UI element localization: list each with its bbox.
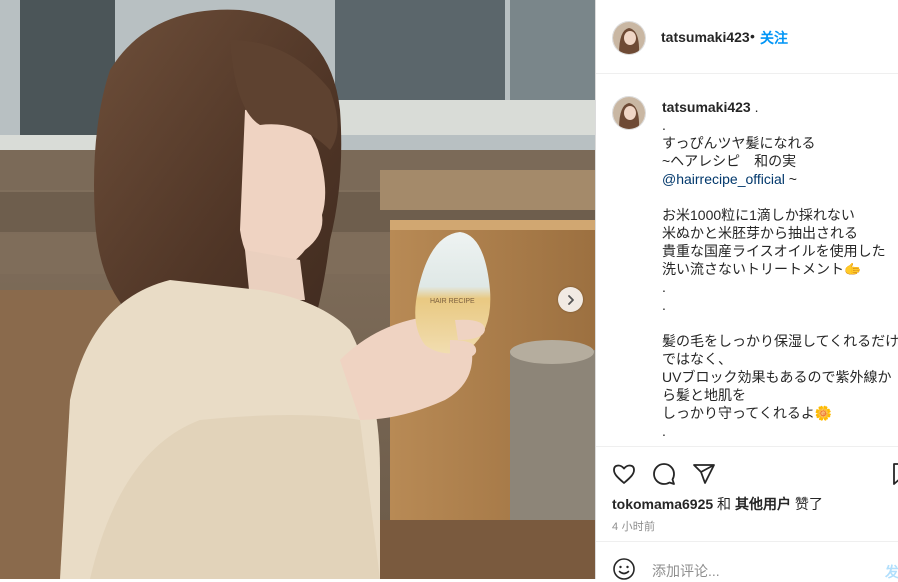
caption-line: しっかり守ってくれるよ🌼 xyxy=(662,405,833,421)
follow-separator: • xyxy=(750,28,755,44)
mention-link[interactable]: @hairrecipe_official xyxy=(662,171,785,187)
follow-button[interactable]: 关注 xyxy=(760,28,788,48)
avatar-image xyxy=(613,22,645,54)
photo-illustration: HAIR RECIPE xyxy=(0,0,595,579)
comment-input[interactable] xyxy=(650,562,864,580)
emoji-icon[interactable] xyxy=(612,557,636,581)
caption-line: ではなく、 xyxy=(662,351,732,367)
caption-avatar[interactable] xyxy=(612,96,646,130)
chevron-right-icon xyxy=(567,294,574,305)
likes-others[interactable]: 其他用户 xyxy=(735,496,791,512)
mention-suffix: ~ xyxy=(784,171,797,187)
caption-line: 貴重な国産ライスオイルを使用した xyxy=(662,243,886,259)
caption-line: . xyxy=(662,423,666,439)
caption-line: すっぴんツヤ髪になれる xyxy=(662,135,816,151)
caption-line: 米ぬかと米胚芽から抽出される xyxy=(662,225,858,241)
likes-summary: tokomama6925 和 其他用户 赞了 xyxy=(612,494,823,514)
post-photo[interactable]: HAIR RECIPE xyxy=(0,0,595,579)
next-image-button[interactable] xyxy=(558,287,583,312)
likes-and: 和 xyxy=(713,496,735,512)
post-header: tatsumaki423 • 关注 xyxy=(596,0,898,74)
post-comment-button[interactable]: 发 xyxy=(885,562,898,582)
post-caption: tatsumaki423 . . すっぴんツヤ髪になれる ~ヘアレシピ 和の実 … xyxy=(662,98,898,440)
likes-suffix: 赞了 xyxy=(790,496,823,512)
post-side-panel: tatsumaki423 • 关注 tatsumaki423 . . すっぴんツ… xyxy=(595,0,898,580)
caption-dot: . xyxy=(754,99,759,115)
caption-line xyxy=(662,188,898,206)
caption-line: 洗い流さないトリートメント🫱 xyxy=(662,261,862,277)
header-username[interactable]: tatsumaki423 xyxy=(661,29,750,45)
share-icon[interactable] xyxy=(692,462,716,486)
comment-icon[interactable] xyxy=(652,462,676,486)
caption-line: 髪の毛をしっかり保湿してくれるだけ xyxy=(662,333,898,349)
caption-line: . xyxy=(662,279,666,295)
caption-line: . xyxy=(662,117,666,133)
bookmark-icon[interactable] xyxy=(892,462,898,486)
heart-icon[interactable] xyxy=(612,462,636,486)
avatar-image xyxy=(613,97,645,129)
post-timestamp[interactable]: 4 小时前 xyxy=(612,518,655,534)
bottle-label: HAIR RECIPE xyxy=(430,298,475,305)
comment-bar: 发 xyxy=(596,541,898,580)
caption-line: ら髪と地肌を xyxy=(662,387,746,403)
caption-line: . xyxy=(662,297,666,313)
avatar[interactable] xyxy=(612,21,646,55)
caption-line: UVブロック効果もあるので紫外線か xyxy=(662,369,892,385)
caption-line: ~ヘアレシピ 和の実 xyxy=(662,153,797,169)
likes-user[interactable]: tokomama6925 xyxy=(612,496,713,512)
caption-line: お米1000粒に1滴しか採れない xyxy=(662,207,855,223)
caption-line xyxy=(662,314,898,332)
caption-username[interactable]: tatsumaki423 xyxy=(662,99,751,115)
